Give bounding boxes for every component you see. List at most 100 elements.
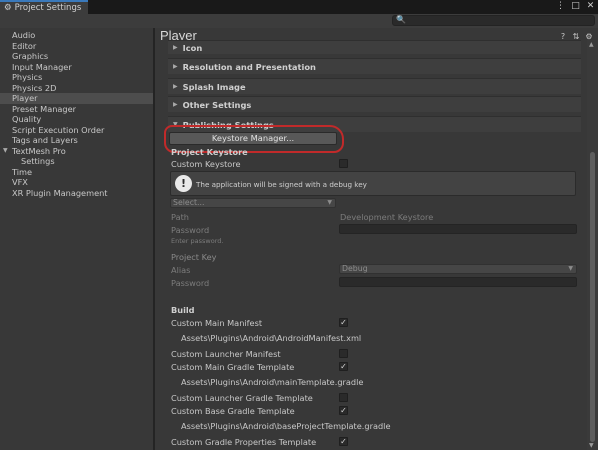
- sidebar-item-textmesh-pro[interactable]: ▼ TextMesh Pro: [0, 146, 153, 157]
- chevron-right-icon: ▶: [173, 83, 178, 90]
- checkmark-icon: ✓: [340, 318, 347, 327]
- scroll-down-icon[interactable]: ▼: [589, 442, 594, 449]
- custom-launcher-manifest-label: Custom Launcher Manifest: [171, 349, 281, 359]
- project-key-header: Project Key: [171, 252, 217, 262]
- sidebar-item-graphics[interactable]: Graphics: [0, 51, 153, 62]
- alias-dropdown[interactable]: Debug ▼: [339, 264, 577, 274]
- custom-base-gradle-label: Custom Base Gradle Template: [171, 406, 295, 416]
- search-icon: 🔍: [396, 15, 406, 24]
- custom-gradle-properties-checkbox[interactable]: ✓: [339, 437, 348, 446]
- title-bar: ⚙ Project Settings ⋮ □ ✕: [0, 0, 598, 14]
- sidebar-item-label: Time: [12, 166, 33, 177]
- chevron-down-icon[interactable]: ▼: [3, 146, 8, 157]
- sidebar-item-label: Physics 2D: [12, 82, 57, 93]
- sidebar-item-settings[interactable]: Settings: [0, 156, 153, 167]
- chevron-down-icon: ▼: [568, 265, 573, 272]
- custom-main-gradle-label: Custom Main Gradle Template: [171, 362, 295, 372]
- custom-launcher-manifest-checkbox[interactable]: [339, 349, 348, 358]
- sidebar-item-editor[interactable]: Editor: [0, 41, 153, 52]
- sidebar-item-physics[interactable]: Physics: [0, 72, 153, 83]
- scroll-up-icon[interactable]: ▲: [589, 41, 594, 48]
- key-password-field[interactable]: [339, 277, 577, 287]
- sidebar-item-player[interactable]: Player: [0, 93, 153, 104]
- project-keystore-header: Project Keystore: [171, 147, 248, 157]
- sidebar-item-label: XR Plugin Management: [12, 187, 108, 198]
- info-icon: !: [175, 175, 192, 192]
- sidebar-item-tags-and-layers[interactable]: Tags and Layers: [0, 135, 153, 146]
- sidebar-item-label: TextMesh Pro: [12, 145, 66, 156]
- path-value: Development Keystore: [340, 212, 434, 222]
- gear-icon: ⚙: [4, 3, 12, 13]
- maximize-icon[interactable]: □: [571, 1, 580, 11]
- foldout-other-settings[interactable]: ▶ Other Settings: [168, 96, 581, 112]
- sidebar-item-label: Quality: [12, 114, 42, 124]
- sidebar-item-xr-plugin-management[interactable]: XR Plugin Management: [0, 188, 153, 199]
- sidebar-item-label: Graphics: [12, 51, 49, 61]
- sidebar-item-time[interactable]: Time: [0, 167, 153, 178]
- sidebar-item-label: Player: [12, 93, 38, 103]
- foldout-icon[interactable]: ▶ Icon: [168, 40, 581, 54]
- project-settings-tab[interactable]: ⚙ Project Settings: [0, 0, 88, 14]
- sidebar-item-input-manager[interactable]: Input Manager: [0, 62, 153, 73]
- custom-main-gradle-checkbox[interactable]: ✓: [339, 362, 348, 371]
- custom-gradle-properties-label: Custom Gradle Properties Template: [171, 437, 317, 447]
- chevron-down-icon: ▼: [327, 199, 332, 206]
- key-password-label: Password: [171, 278, 210, 288]
- keystore-password-field[interactable]: [339, 224, 577, 234]
- custom-base-gradle-checkbox[interactable]: ✓: [339, 406, 348, 415]
- close-icon[interactable]: ✕: [586, 1, 595, 11]
- search-row: 🔍: [0, 14, 598, 28]
- path-label: Path: [171, 212, 189, 222]
- foldout-label: Splash Image: [182, 81, 246, 92]
- window-controls: ⋮ □ ✕: [556, 1, 595, 11]
- tab-title: Project Settings: [14, 3, 82, 13]
- password-label: Password: [171, 225, 210, 235]
- sidebar-item-label: Editor: [12, 40, 37, 51]
- help-message: The application will be signed with a de…: [196, 180, 367, 189]
- chevron-right-icon: ▶: [173, 63, 178, 70]
- sidebar-item-label: Tags and Layers: [12, 135, 78, 145]
- custom-main-gradle-path: Assets\Plugins\Android\mainTemplate.grad…: [181, 377, 364, 387]
- custom-launcher-gradle-checkbox[interactable]: [339, 393, 348, 402]
- custom-main-manifest-label: Custom Main Manifest: [171, 318, 263, 328]
- build-header: Build: [171, 305, 195, 315]
- sidebar-item-label: Settings: [21, 156, 55, 166]
- checkmark-icon: ✓: [340, 437, 347, 446]
- vertical-scrollbar[interactable]: ▲ ▼: [587, 40, 598, 450]
- foldout-splash[interactable]: ▶ Splash Image: [168, 78, 581, 94]
- main-panel: Player ? ⇅ ⚙ ▶ Icon ▶ Resolution and Pre…: [155, 28, 598, 450]
- chevron-right-icon: ▶: [173, 44, 178, 51]
- foldout-resolution[interactable]: ▶ Resolution and Presentation: [168, 58, 581, 74]
- password-hint: Enter password.: [171, 237, 224, 245]
- sidebar-item-physics-2d[interactable]: Physics 2D: [0, 83, 153, 94]
- custom-keystore-label: Custom Keystore: [171, 159, 241, 169]
- dropdown-value: Debug: [342, 264, 368, 273]
- sidebar-item-vfx[interactable]: VFX: [0, 177, 153, 188]
- sidebar-item-label: Physics: [12, 72, 43, 82]
- scroll-thumb[interactable]: [590, 152, 595, 442]
- kebab-menu-icon[interactable]: ⋮: [556, 1, 565, 11]
- custom-launcher-gradle-label: Custom Launcher Gradle Template: [171, 393, 313, 403]
- search-input[interactable]: 🔍: [392, 15, 595, 26]
- sidebar-item-script-execution-order[interactable]: Script Execution Order: [0, 125, 153, 136]
- alias-label: Alias: [171, 265, 191, 275]
- chevron-right-icon: ▶: [173, 101, 178, 108]
- foldout-label: Other Settings: [182, 99, 252, 110]
- foldout-label: Icon: [182, 42, 203, 53]
- custom-keystore-checkbox[interactable]: [339, 159, 348, 168]
- sidebar-item-label: Input Manager: [12, 61, 72, 72]
- custom-base-gradle-path: Assets\Plugins\Android\baseProjectTempla…: [181, 421, 391, 431]
- foldout-label: Resolution and Presentation: [182, 61, 316, 72]
- sidebar-item-preset-manager[interactable]: Preset Manager: [0, 104, 153, 115]
- sidebar-item-label: VFX: [12, 177, 28, 187]
- checkmark-icon: ✓: [340, 362, 347, 371]
- help-box: ! The application will be signed with a …: [170, 171, 576, 196]
- checkmark-icon: ✓: [340, 406, 347, 415]
- sidebar-item-quality[interactable]: Quality: [0, 114, 153, 125]
- keystore-select-dropdown[interactable]: Select... ▼: [170, 198, 336, 208]
- sidebar-item-audio[interactable]: Audio: [0, 30, 153, 41]
- sidebar: Audio Editor Graphics Input Manager Physics P…: [0, 28, 153, 450]
- custom-main-manifest-checkbox[interactable]: ✓: [339, 318, 348, 327]
- custom-main-manifest-path: Assets\Plugins\Android\AndroidManifest.x…: [181, 333, 362, 343]
- sidebar-item-label: Preset Manager: [12, 103, 77, 114]
